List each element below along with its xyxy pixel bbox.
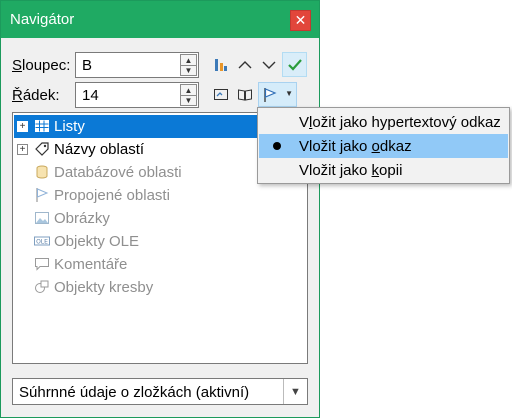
flag-icon: [36, 188, 49, 202]
book-icon: [238, 89, 252, 101]
row-label: Řádek:: [12, 87, 60, 104]
end-button[interactable]: [258, 54, 280, 76]
menu-item-insert-as-hyperlink[interactable]: Vložit jako hypertextový odkaz: [259, 110, 508, 134]
contents-button[interactable]: [210, 84, 232, 106]
checkmark-icon: [287, 58, 302, 71]
menu-item-insert-as-copy[interactable]: Vložit jako kopii: [259, 158, 508, 182]
sheet-icon: [35, 120, 49, 132]
expand-icon[interactable]: +: [17, 144, 28, 155]
screen-icon: [214, 89, 228, 100]
tree-item-images[interactable]: Obrázky: [14, 207, 306, 230]
column-spin-arrows[interactable]: ▲ ▼: [180, 54, 197, 76]
column-label: Sloupec:: [12, 57, 71, 74]
chevron-down-icon[interactable]: ▼: [283, 379, 307, 404]
dropdown-arrow-icon: ▼: [285, 89, 293, 98]
navigator-window: Navigátor ✕ Sloupec: B ▲ ▼ Řádek: 14 ▲ ▼: [0, 0, 320, 418]
spin-up-icon[interactable]: ▲: [181, 85, 196, 95]
drag-mode-button[interactable]: ▼: [258, 82, 297, 107]
database-icon: [36, 165, 48, 179]
flag-icon: [264, 88, 277, 102]
column-value: B: [82, 57, 93, 74]
expand-icon[interactable]: +: [17, 121, 28, 132]
tree-item-drawing-objects[interactable]: Objekty kresby: [14, 276, 306, 299]
row-spinfield[interactable]: 14 ▲ ▼: [75, 82, 199, 108]
data-range-icon: [215, 59, 227, 71]
row-spin-arrows[interactable]: ▲ ▼: [180, 84, 197, 106]
toggle-button[interactable]: [282, 52, 307, 77]
tree-item-comments[interactable]: Komentáře: [14, 253, 306, 276]
column-spinfield[interactable]: B ▲ ▼: [75, 52, 199, 78]
data-range-button[interactable]: [210, 54, 232, 76]
menu-item-insert-as-link[interactable]: Vložit jako odkaz: [259, 134, 508, 158]
comment-icon: [35, 258, 49, 271]
scenarios-button[interactable]: [234, 84, 256, 106]
tree-item-ole-objects[interactable]: OLE Objekty OLE: [14, 230, 306, 253]
image-icon: [35, 212, 49, 224]
radio-bullet-icon: [273, 142, 281, 150]
document-select-value: Súhrnné údaje o zložkách (aktivní): [19, 384, 250, 401]
start-button[interactable]: [234, 54, 256, 76]
spin-down-icon[interactable]: ▼: [181, 65, 196, 75]
ole-icon: OLE: [34, 236, 50, 246]
spin-up-icon[interactable]: ▲: [181, 55, 196, 65]
down-arrow-icon: [262, 61, 276, 69]
up-arrow-icon: [238, 61, 252, 69]
svg-text:OLE: OLE: [36, 239, 48, 246]
close-icon: ✕: [294, 12, 307, 28]
document-select[interactable]: Súhrnné údaje o zložkách (aktivní) ▼: [12, 378, 308, 405]
spin-down-icon[interactable]: ▼: [181, 95, 196, 105]
tree-item-linked-areas[interactable]: Propojené oblasti: [14, 184, 306, 207]
titlebar[interactable]: Navigátor ✕: [1, 1, 319, 38]
tag-icon: [35, 142, 49, 156]
window-title: Navigátor: [10, 11, 75, 28]
row-value: 14: [82, 87, 99, 104]
drawing-icon: [35, 280, 49, 293]
close-button[interactable]: ✕: [290, 10, 311, 31]
drag-mode-menu: Vložit jako hypertextový odkaz Vložit ja…: [257, 107, 510, 184]
